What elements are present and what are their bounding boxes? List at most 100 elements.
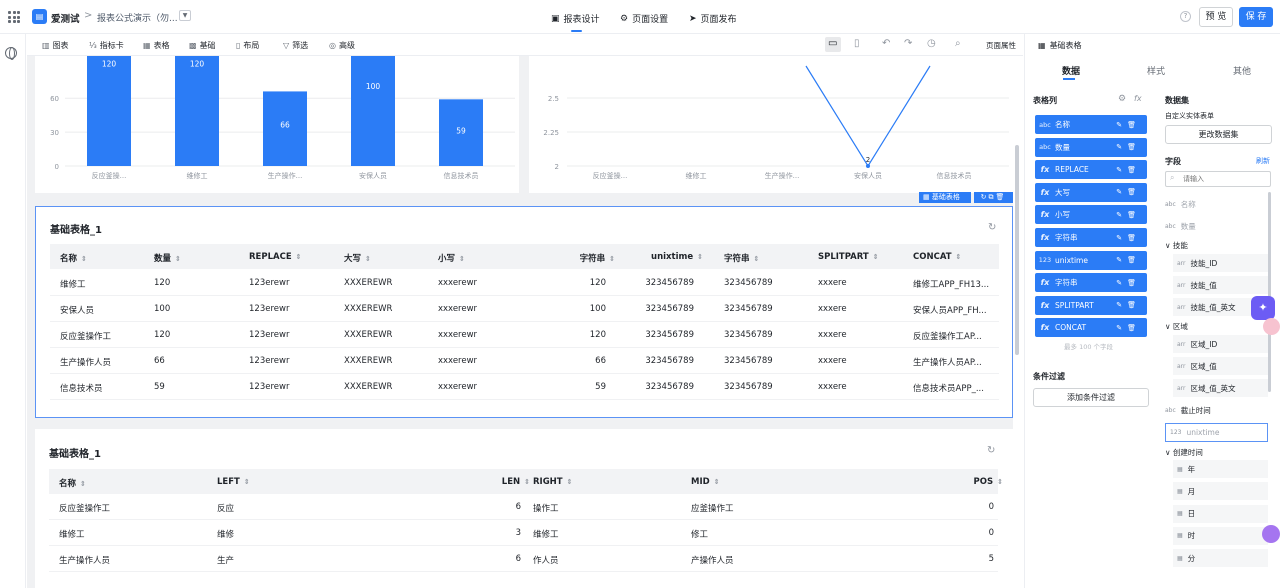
preview-button[interactable]: 预 览 [1199,7,1233,27]
table2-card[interactable]: 基础表格_1 ↻ 名称 ⇕ LEFT ⇕ LEN ⇕ RIGHT ⇕ MID ⇕ POS ⇕ 反应釜操作… [35,429,1013,588]
sort-icon[interactable]: ⇕ [80,480,86,488]
column-header[interactable]: 数量 ⇕ [154,252,181,264]
table-column-item[interactable]: fx 小写 ✎🗑 [1035,205,1147,225]
sort-icon[interactable]: ⇕ [873,253,879,261]
tab-page-publish[interactable]: ➤ 页面发布 [689,12,737,26]
column-header[interactable]: 名称 ⇕ [59,477,86,489]
sort-icon[interactable]: ⇕ [81,255,87,263]
dataset-field[interactable]: arr 技能_ID [1173,254,1268,272]
toolbar-filter[interactable]: ▽ 筛选 [283,40,308,51]
toolbar-basic[interactable]: ▩ 基础 [189,40,216,51]
column-header[interactable]: 名称 ⇕ [60,252,87,264]
table-column-item[interactable]: fx 字符串 ✎🗑 [1035,228,1147,247]
table-column-item[interactable]: fx 大写 ✎🗑 [1035,182,1147,202]
column-header[interactable]: SPLITPART ⇕ [818,252,879,262]
assistant-bubble-icon[interactable] [1263,318,1280,335]
tab-report-design[interactable]: ▣ 报表设计 [551,12,600,26]
edit-delete-icons[interactable]: ✎🗑 [1116,301,1141,309]
edit-delete-icons[interactable]: ✎🗑 [1116,234,1141,242]
add-filter-button[interactable]: 添加条件过滤 [1033,388,1149,407]
sort-icon[interactable]: ⇕ [697,253,703,261]
sort-icon[interactable]: ⇕ [956,253,962,261]
column-header[interactable]: unixtime ⇕ [651,252,703,262]
help-icon[interactable]: ? [1180,11,1191,22]
toolbar-layout[interactable]: ▯ 布局 [236,40,259,51]
sort-icon[interactable]: ⇕ [997,478,1003,486]
tab-other[interactable]: 其他 [1233,64,1251,77]
redo-icon[interactable]: ↷ [904,38,912,49]
edit-delete-icons[interactable]: ✎🗑 [1116,166,1141,174]
dataset-field[interactable]: arr 区域_值_英文 [1173,379,1268,397]
field-group[interactable]: ∨ 区域 [1165,321,1188,332]
dataset-field[interactable]: arr 区域_ID [1173,335,1268,353]
table-column-item[interactable]: abc 名称 ✎🗑 [1035,115,1147,134]
dataset-field[interactable]: abc 名称 [1165,195,1196,213]
toolbar-chart[interactable]: ▥ 图表 [42,40,69,51]
toolbar-table[interactable]: ▦ 表格 [143,40,170,51]
column-header[interactable]: LEFT ⇕ [217,477,250,487]
column-header[interactable]: POS ⇕ [974,477,1003,487]
component-actions[interactable]: ↻⧉🗑 [974,192,1013,203]
report-dropdown-icon[interactable]: ▼ [179,10,191,21]
report-name[interactable]: 报表公式演示（勿... [97,11,178,24]
bar-chart-card[interactable]: 0 30 60 120 反应釜操... 120 维修工 66 生产操作... 100 安保人员 59 信… [35,56,519,193]
edit-delete-icons[interactable]: ✎🗑 [1116,256,1141,264]
column-header[interactable]: REPLACE ⇕ [249,252,302,262]
column-header[interactable]: CONCAT ⇕ [913,252,961,262]
selected-component-tag[interactable]: ▦ 基础表格 [919,192,971,203]
column-header[interactable]: 字符串 ⇕ [580,252,615,264]
mobile-icon[interactable]: ▯ [854,38,860,49]
sort-icon[interactable]: ⇕ [714,478,720,486]
fx-icon[interactable]: fx [1134,94,1142,103]
column-header[interactable]: MID ⇕ [691,477,720,487]
sort-icon[interactable]: ⇕ [754,255,760,263]
sort-icon[interactable]: ⇕ [524,478,530,486]
sort-icon[interactable]: ⇕ [609,255,615,263]
apps-grid-icon[interactable] [8,11,20,23]
refresh-fields-link[interactable]: 刷新 [1256,156,1270,166]
refresh-icon[interactable]: ↻ [987,445,995,456]
table-column-item[interactable]: fx SPLITPART ✎🗑 [1035,295,1147,315]
edit-delete-icons[interactable]: ✎🗑 [1116,121,1141,129]
table1-card[interactable]: 基础表格_1 ↻ 名称 ⇕ 数量 ⇕ REPLACE ⇕ 大写 ⇕ 小写 ⇕ 字符串 ⇕ unixtim… [35,206,1013,418]
edit-delete-icons[interactable]: ✎🗑 [1116,188,1141,196]
dataset-field[interactable]: ▦ 分 [1173,549,1268,568]
dataset-field[interactable]: abc 数量 [1165,217,1196,235]
sort-icon[interactable]: ⇕ [296,253,302,261]
sort-icon[interactable]: ⇕ [567,478,573,486]
save-button[interactable]: 保 存 [1239,7,1273,27]
toolbar-metric-card[interactable]: ⅓ 指标卡 [89,40,124,51]
column-header[interactable]: RIGHT ⇕ [533,477,572,487]
edit-delete-icons[interactable]: ✎🗑 [1116,143,1141,151]
column-header[interactable]: 大写 ⇕ [344,252,371,264]
app-name[interactable]: 爱测试 [51,11,80,25]
sort-icon[interactable]: ⇕ [244,478,250,486]
field-group[interactable]: ∨ 技能 [1165,240,1188,251]
sort-icon[interactable]: ⇕ [365,255,371,263]
dataset-field[interactable]: arr 区域_值 [1173,357,1268,375]
tab-style[interactable]: 样式 [1147,64,1165,77]
page-properties-button[interactable]: 页面属性 [986,40,1016,51]
tab-data[interactable]: 数据 [1062,64,1080,77]
table-column-item[interactable]: fx 字符串 ✎🗑 [1035,273,1147,293]
edit-delete-icons[interactable]: ✎🗑 [1116,324,1141,332]
line-chart-card[interactable]: 2 2.25 2.5 反应釜操... 维修工 生产操作... 安保人员 信息技术员 2 [529,56,1013,193]
settings-icon[interactable]: ⚙ [1118,94,1126,104]
edit-delete-icons[interactable]: ✎🗑 [1116,211,1141,219]
column-header[interactable]: 字符串 ⇕ [724,252,759,264]
dataset-field[interactable]: ▦ 年 [1173,460,1268,478]
field-list-scrollbar[interactable] [1268,192,1271,392]
dataset-field[interactable]: ▦ 时 [1173,526,1268,545]
dataset-field[interactable]: ▦ 月 [1173,482,1268,501]
edit-delete-icons[interactable]: ✎🗑 [1116,279,1141,287]
column-header[interactable]: LEN ⇕ [502,477,530,487]
sort-icon[interactable]: ⇕ [459,255,465,263]
ai-helper-icon[interactable] [1262,525,1280,543]
table-column-item[interactable]: 123 unixtime ✎🗑 [1035,250,1147,270]
assistant-float-icon[interactable]: ✦ [1251,296,1275,320]
field-group[interactable]: ∨ 创建时间 [1165,447,1203,458]
sort-icon[interactable]: ⇕ [175,255,181,263]
undo-icon[interactable]: ↶ [882,38,890,49]
field-search-input[interactable] [1183,173,1263,185]
history-icon[interactable]: ◷ [927,38,936,49]
